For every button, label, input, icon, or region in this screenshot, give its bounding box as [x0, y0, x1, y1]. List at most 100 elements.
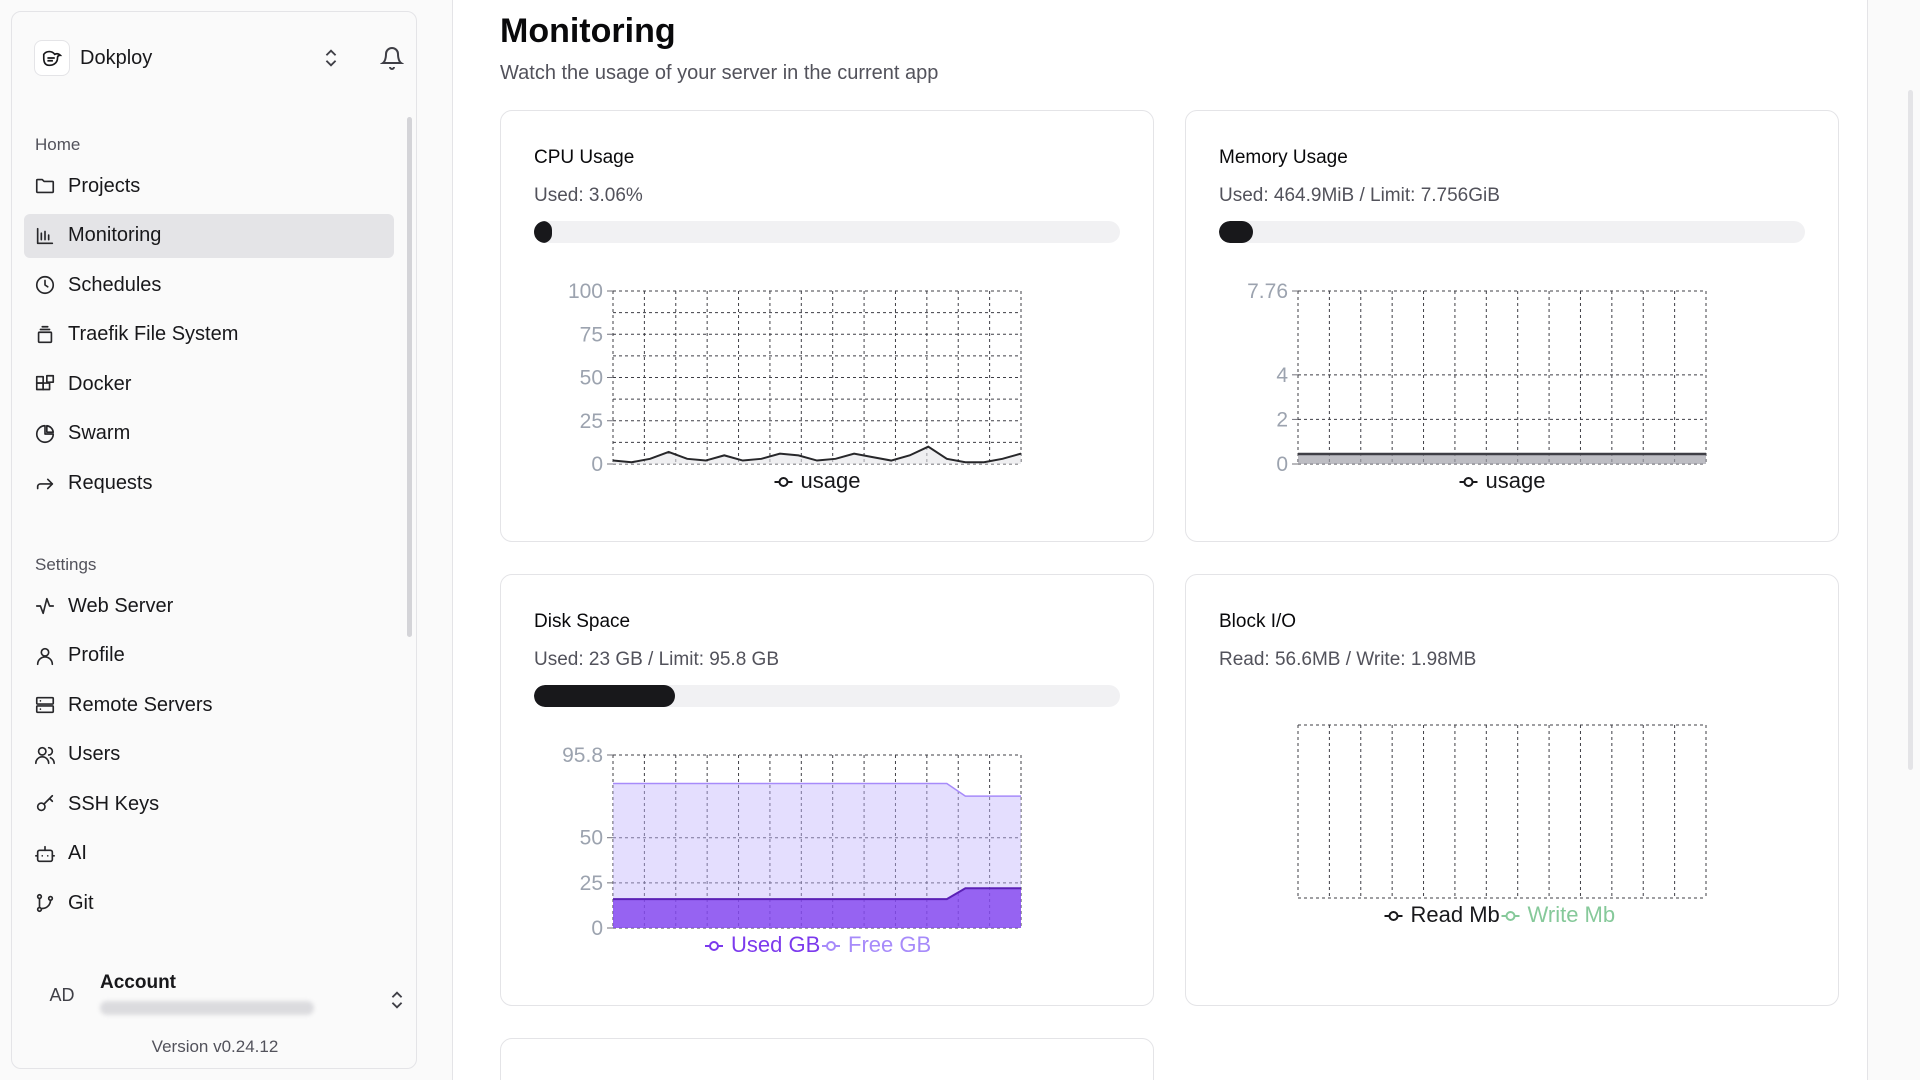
chart-grid: 0 2 4 7.76	[1247, 280, 1707, 476]
sidebar-item-schedules[interactable]: Schedules	[24, 263, 394, 307]
sidebar-item-ssh-keys[interactable]: SSH Keys	[24, 782, 394, 826]
forward-arrow-icon	[34, 472, 56, 494]
y-tick-label: 100	[568, 280, 603, 303]
page-subtitle: Watch the usage of your server in the cu…	[500, 62, 939, 84]
legend-item-free-gb[interactable]: Free GB	[822, 932, 931, 957]
legend-dot-icon	[709, 941, 719, 951]
y-tick-label: 0	[591, 917, 603, 940]
users-icon	[34, 744, 56, 766]
dokploy-logo-icon	[34, 40, 70, 76]
cpu-chart: 0 25 50 75 100 usage	[568, 280, 1022, 493]
sidebar-item-label: Profile	[68, 644, 125, 666]
sidebar-item-profile[interactable]: Profile	[24, 634, 394, 678]
legend-item-usage[interactable]: usage	[1459, 468, 1546, 493]
y-tick-label: 7.76	[1247, 280, 1288, 303]
legend-dot-icon	[1505, 911, 1516, 921]
legend-item-usage[interactable]: usage	[774, 468, 861, 493]
legend-label: usage	[801, 468, 861, 493]
memory-chart: 0 2 4 7.76 usage	[1247, 280, 1707, 493]
sidebar-item-label: Docker	[68, 372, 132, 395]
account-name: Account	[100, 972, 176, 993]
legend-item-used-gb[interactable]: Used GB	[705, 932, 820, 957]
sidebar-item-projects[interactable]: Projects	[24, 164, 394, 208]
sidebar-item-remote-servers[interactable]: Remote Servers	[24, 683, 394, 727]
legend-label: Write Mb	[1528, 902, 1616, 927]
sidebar-item-label: Traefik File System	[68, 323, 239, 345]
sidebar-item-label: Swarm	[68, 422, 131, 444]
block-io-card: Block I/O Read: 56.6MB / Write: 1.98MB R…	[1185, 574, 1839, 1006]
avatar: AD	[49, 984, 75, 1005]
chevrons-up-down-icon[interactable]	[386, 989, 408, 1011]
memory-progress-bar	[1219, 221, 1805, 243]
bot-icon	[34, 843, 56, 865]
cpu-progress-fill	[534, 221, 552, 243]
legend-item-read-mb[interactable]: Read Mb	[1384, 902, 1500, 927]
disk-progress-fill	[534, 685, 675, 707]
legend-label: Read Mb	[1411, 902, 1500, 927]
version-label: Version v0.24.12	[151, 1037, 279, 1056]
activity-icon	[34, 595, 56, 617]
y-tick-label: 2	[1276, 408, 1288, 431]
cpu-card-used: Used: 3.06%	[534, 185, 643, 206]
sidebar-item-git[interactable]: Git	[24, 881, 394, 925]
disk-progress-bar	[534, 685, 1120, 707]
sidebar-scrollbar[interactable]	[407, 117, 412, 637]
memory-card-title: Memory Usage	[1219, 147, 1348, 168]
cpu-progress-bar	[534, 221, 1120, 243]
key-icon	[34, 793, 56, 815]
sidebar-item-label: AI	[68, 842, 87, 864]
y-tick-label: 25	[580, 872, 603, 895]
y-tick-label: 0	[591, 453, 603, 476]
legend-dot-icon	[826, 941, 836, 951]
legend-label: Used GB	[731, 932, 820, 957]
sidebar-item-monitoring[interactable]: Monitoring	[24, 213, 394, 258]
legend-dot-icon	[1463, 477, 1474, 487]
git-branch-icon	[34, 892, 56, 914]
org-switcher[interactable]: Dokploy	[34, 40, 405, 76]
disk-chart: 0 25 50 95.8 Used GB Free GB	[562, 744, 1022, 957]
cpu-usage-card: CPU Usage Used: 3.06% 0 25 50 75 100 usage	[500, 110, 1154, 542]
bell-icon[interactable]	[379, 46, 405, 70]
y-tick-label: 75	[580, 323, 603, 346]
pie-chart-icon	[34, 423, 56, 445]
legend-label: usage	[1486, 468, 1546, 493]
sidebar-item-label: Monitoring	[68, 224, 162, 246]
sidebar-item-web-server[interactable]: Web Server	[24, 584, 394, 628]
file-stack-icon	[34, 324, 56, 346]
sidebar-item-label: Web Server	[68, 594, 174, 617]
page-title: Monitoring	[500, 12, 676, 50]
disk-space-card: Disk Space Used: 23 GB / Limit: 95.8 GB …	[500, 574, 1154, 1006]
sidebar-item-label: SSH Keys	[68, 792, 160, 815]
network-io-card	[500, 1038, 1154, 1080]
bar-chart-icon	[34, 225, 56, 247]
legend-item-write-mb[interactable]: Write Mb	[1501, 902, 1616, 927]
account-menu[interactable]: AD Account	[34, 967, 404, 1037]
legend-dot-icon	[778, 477, 789, 487]
memory-card-used: Used: 464.9MiB / Limit: 7.756GiB	[1219, 185, 1500, 206]
sidebar-item-docker[interactable]: Docker	[24, 362, 394, 406]
chart-grid	[1297, 724, 1707, 899]
blocks-icon	[34, 373, 56, 395]
sidebar-item-label: Users	[68, 743, 121, 765]
sidebar-item-users[interactable]: Users	[24, 733, 394, 777]
page-scrollbar[interactable]	[1908, 90, 1913, 770]
settings-section-label: Settings	[35, 555, 97, 574]
chevrons-up-down-icon[interactable]	[320, 47, 342, 69]
sidebar-item-ai[interactable]: AI	[24, 832, 394, 876]
sidebar-item-label: Schedules	[68, 273, 162, 296]
sidebar-item-label: Requests	[68, 471, 153, 494]
sidebar: Dokploy Home Projects Monitoring Schedules…	[11, 11, 417, 1069]
memory-progress-fill	[1219, 221, 1254, 243]
user-icon	[34, 645, 56, 667]
sidebar-item-traefik-file-system[interactable]: Traefik File System	[24, 313, 394, 357]
sidebar-item-label: Git	[68, 891, 94, 914]
y-tick-label: 50	[580, 827, 603, 850]
home-section-label: Home	[35, 135, 81, 154]
y-tick-label: 4	[1276, 364, 1288, 387]
disk-card-used: Used: 23 GB / Limit: 95.8 GB	[534, 649, 779, 670]
sidebar-item-swarm[interactable]: Swarm	[24, 412, 394, 456]
legend-dot-icon	[1388, 911, 1399, 921]
y-tick-label: 50	[580, 367, 603, 390]
block-card-rw: Read: 56.6MB / Write: 1.98MB	[1219, 649, 1477, 670]
sidebar-item-requests[interactable]: Requests	[24, 461, 394, 505]
